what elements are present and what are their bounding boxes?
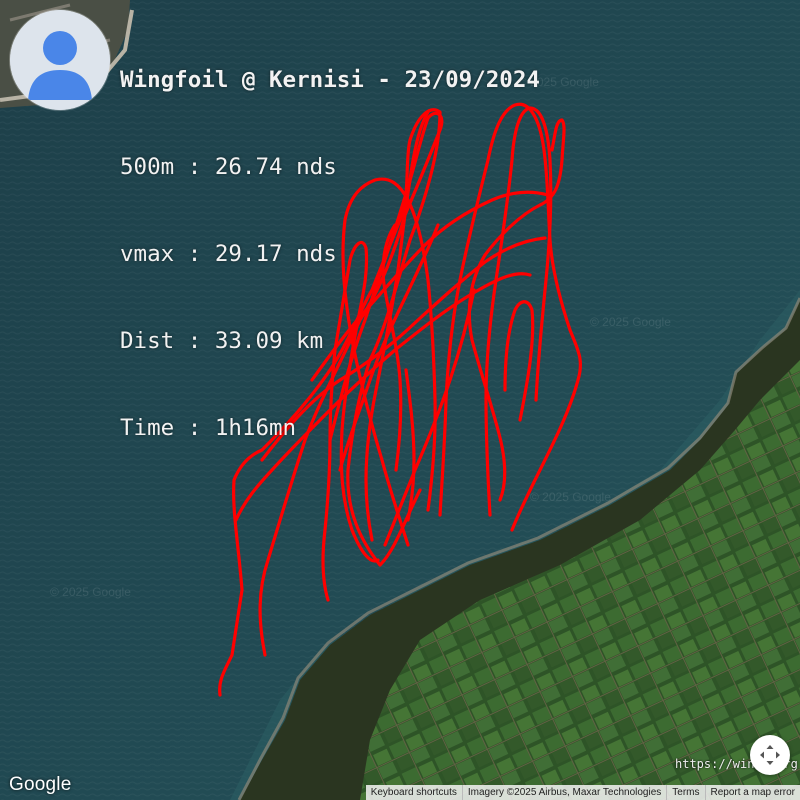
ride-stats-panel: Wingfoil @ Kernisi - 23/09/2024 500m : 2… — [120, 8, 540, 501]
map-attribution-bar: Keyboard shortcuts Imagery ©2025 Airbus,… — [365, 785, 800, 800]
recenter-button[interactable] — [750, 735, 790, 775]
duration: Time : 1h16mn — [120, 415, 297, 441]
map-view[interactable]: © 2025 Google © 2025 Google © 2025 Googl… — [0, 0, 800, 800]
max-speed: vmax : 29.17 nds — [120, 241, 337, 267]
report-map-error-link[interactable]: Report a map error — [704, 785, 800, 800]
person-silhouette-icon — [10, 10, 110, 110]
google-logo[interactable]: Google — [9, 774, 71, 796]
user-avatar[interactable] — [10, 10, 110, 110]
imagery-credit: Imagery ©2025 Airbus, Maxar Technologies — [461, 785, 666, 800]
distance: Dist : 33.09 km — [120, 328, 324, 354]
keyboard-shortcuts-link[interactable]: Keyboard shortcuts — [366, 785, 462, 800]
ride-title: Wingfoil @ Kernisi - 23/09/2024 — [120, 67, 540, 93]
four-arrows-icon — [760, 745, 780, 765]
terms-link[interactable]: Terms — [666, 785, 704, 800]
best-500m-speed: 500m : 26.74 nds — [120, 154, 337, 180]
